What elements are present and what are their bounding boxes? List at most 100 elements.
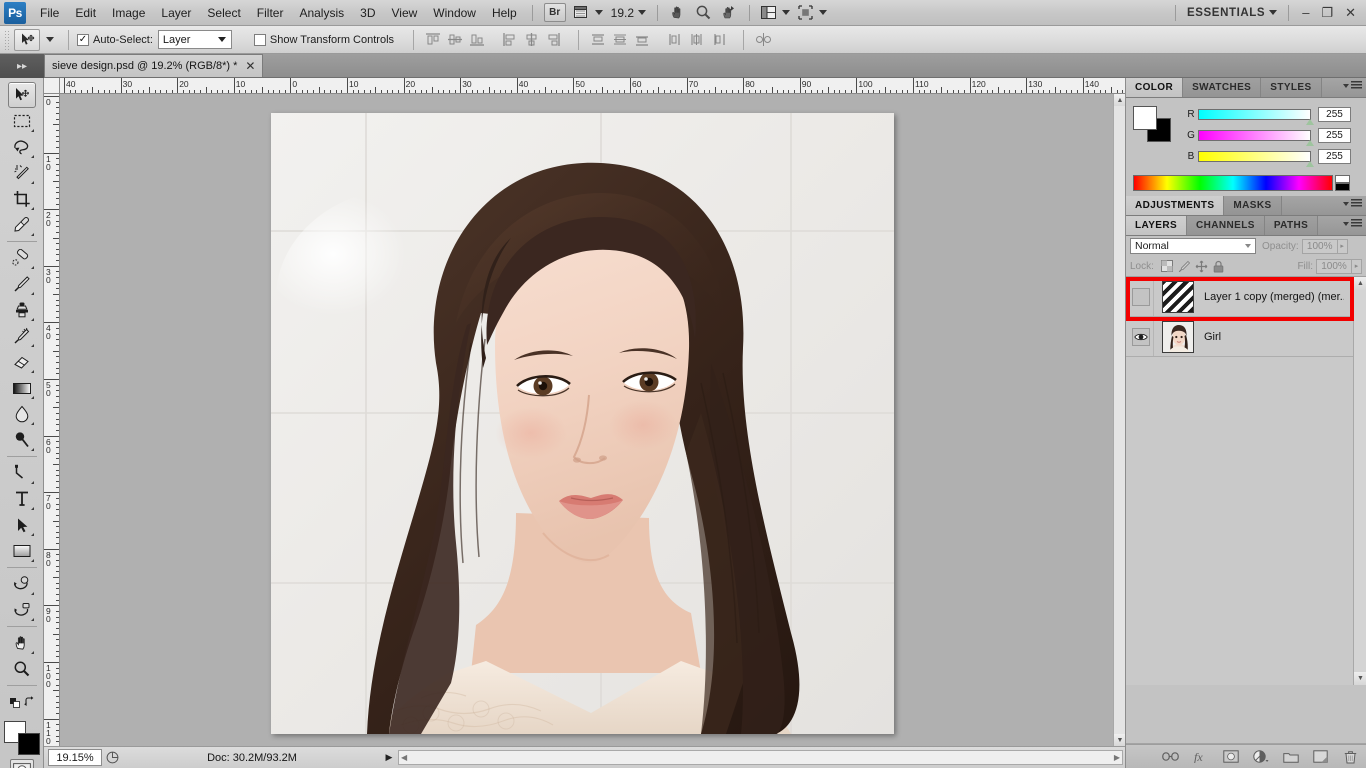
horizontal-type-tool[interactable] (8, 486, 36, 512)
scroll-right-button[interactable]: ▶ (1114, 753, 1120, 762)
color-panel-menu-button[interactable] (1343, 81, 1362, 90)
align-horizontal-centers-button[interactable] (520, 30, 542, 50)
green-value-field[interactable]: 255 (1318, 128, 1351, 143)
new-adjustment-layer-button[interactable] (1252, 748, 1269, 765)
tab-channels[interactable]: CHANNELS (1187, 216, 1265, 235)
distribute-top-edges-button[interactable] (587, 30, 609, 50)
minimize-button[interactable]: – (1296, 5, 1315, 20)
menu-image[interactable]: Image (104, 2, 153, 24)
layer-2-visibility-toggle[interactable] (1131, 327, 1150, 346)
opacity-stepper[interactable]: ▸ (1337, 238, 1348, 254)
3d-orbit-tool[interactable] (8, 597, 36, 623)
document-tab-close-icon[interactable]: ✕ (245, 59, 255, 73)
tab-styles[interactable]: STYLES (1261, 78, 1322, 97)
layers-scroll-up-button[interactable]: ▲ (1354, 277, 1366, 290)
zoom-tool[interactable] (8, 656, 36, 682)
quick-mask-button[interactable] (9, 759, 34, 768)
quick-selection-tool[interactable] (8, 160, 36, 186)
align-right-edges-button[interactable] (542, 30, 564, 50)
align-bottom-edges-button[interactable] (466, 30, 488, 50)
blur-tool[interactable] (8, 401, 36, 427)
menu-select[interactable]: Select (199, 2, 248, 24)
zoom-percent-field[interactable]: 19.15% (48, 749, 102, 766)
show-transform-controls-checkbox[interactable] (253, 33, 266, 46)
layers-panel-scrollbar[interactable]: ▲ ▼ (1353, 277, 1366, 685)
canvas-horizontal-scrollbar[interactable]: ◀ ▶ (398, 750, 1123, 765)
layer-2-visibility-cell[interactable] (1128, 317, 1154, 356)
canvas-viewport[interactable] (60, 94, 1113, 746)
tab-swatches[interactable]: SWATCHES (1183, 78, 1262, 97)
lock-transparent-pixels-button[interactable] (1159, 259, 1176, 274)
layer-row-1[interactable]: Layer 1 copy (merged) (mer... (1126, 277, 1366, 317)
lock-position-button[interactable] (1193, 259, 1210, 274)
layer-2-name[interactable]: Girl (1204, 331, 1221, 343)
red-slider[interactable] (1198, 109, 1314, 125)
eraser-tool[interactable] (8, 349, 36, 375)
restore-button[interactable]: ❐ (1315, 5, 1339, 21)
menu-window[interactable]: Window (425, 2, 484, 24)
tool-preset-picker[interactable] (14, 28, 40, 51)
eyedropper-tool[interactable] (8, 212, 36, 238)
distribute-right-edges-button[interactable] (707, 30, 729, 50)
clone-stamp-tool[interactable] (8, 297, 36, 323)
menu-filter[interactable]: Filter (249, 2, 292, 24)
screen-mode-button[interactable] (757, 3, 794, 23)
layer-1-name[interactable]: Layer 1 copy (merged) (mer... (1204, 291, 1344, 303)
auto-align-layers-button[interactable] (752, 30, 774, 50)
hand-tool-button[interactable] (665, 3, 691, 23)
menu-edit[interactable]: Edit (67, 2, 104, 24)
blend-mode-dropdown[interactable]: Normal (1130, 238, 1256, 254)
status-bar-menu-button[interactable]: ▶ (382, 752, 396, 763)
red-slider-thumb[interactable] (1306, 119, 1314, 125)
tab-color[interactable]: COLOR (1126, 78, 1184, 97)
add-layer-style-button[interactable]: fx (1192, 748, 1209, 765)
dodge-tool[interactable] (8, 427, 36, 453)
rectangle-tool[interactable] (8, 538, 36, 564)
scroll-left-button[interactable]: ◀ (401, 753, 407, 762)
add-layer-mask-button[interactable] (1222, 748, 1239, 765)
auto-select-checkbox[interactable]: ✓ (77, 33, 89, 46)
align-left-edges-button[interactable] (498, 30, 520, 50)
new-group-button[interactable] (1282, 748, 1299, 765)
color-spectrum-ramp[interactable] (1133, 175, 1333, 191)
layer-row-2[interactable]: Girl (1126, 317, 1366, 357)
color-swatches[interactable] (2, 719, 42, 757)
options-bar-grip[interactable] (4, 29, 10, 50)
artboard[interactable] (271, 113, 894, 734)
spectrum-white-black-swatches[interactable] (1335, 175, 1350, 191)
align-top-edges-button[interactable] (422, 30, 444, 50)
move-tool[interactable] (7, 82, 36, 108)
green-slider-thumb[interactable] (1306, 140, 1314, 146)
layer-2-thumbnail[interactable] (1162, 320, 1194, 353)
tab-paths[interactable]: PATHS (1264, 216, 1319, 235)
3d-rotate-tool[interactable] (8, 571, 36, 597)
history-brush-tool[interactable] (8, 323, 36, 349)
lock-all-button[interactable] (1210, 259, 1227, 274)
spectrum-black-swatch[interactable] (1335, 183, 1350, 191)
red-value-field[interactable]: 255 (1318, 107, 1351, 122)
tab-layers[interactable]: LAYERS (1126, 216, 1188, 235)
menu-file[interactable]: File (32, 2, 67, 24)
spectrum-white-swatch[interactable] (1335, 175, 1350, 183)
opacity-field[interactable]: 100% (1301, 238, 1338, 254)
menu-help[interactable]: Help (484, 2, 525, 24)
pen-tool[interactable] (8, 460, 36, 486)
menu-layer[interactable]: Layer (153, 2, 199, 24)
link-layers-button[interactable] (1162, 748, 1179, 765)
crop-tool[interactable] (8, 186, 36, 212)
tab-masks[interactable]: MASKS (1224, 196, 1282, 215)
lasso-tool[interactable] (8, 134, 36, 160)
canvas-vertical-scrollbar[interactable]: ▲ ▼ (1113, 94, 1126, 746)
color-panel-swatches[interactable] (1133, 106, 1173, 142)
fill-stepper[interactable]: ▸ (1352, 258, 1362, 274)
background-color-swatch[interactable] (17, 733, 40, 755)
blue-value-field[interactable]: 255 (1318, 149, 1351, 164)
green-slider[interactable] (1198, 130, 1314, 146)
vertical-ruler[interactable]: 0 10 20 30 40 50 60 70 80 90 100 110 (44, 94, 60, 746)
tab-adjustments[interactable]: ADJUSTMENTS (1126, 196, 1225, 215)
layer-1-visibility-toggle[interactable] (1131, 287, 1150, 306)
delete-layer-button[interactable] (1342, 748, 1359, 765)
menu-3d[interactable]: 3D (352, 2, 383, 24)
distribute-horizontal-centers-button[interactable] (685, 30, 707, 50)
blue-slider[interactable] (1198, 151, 1314, 167)
